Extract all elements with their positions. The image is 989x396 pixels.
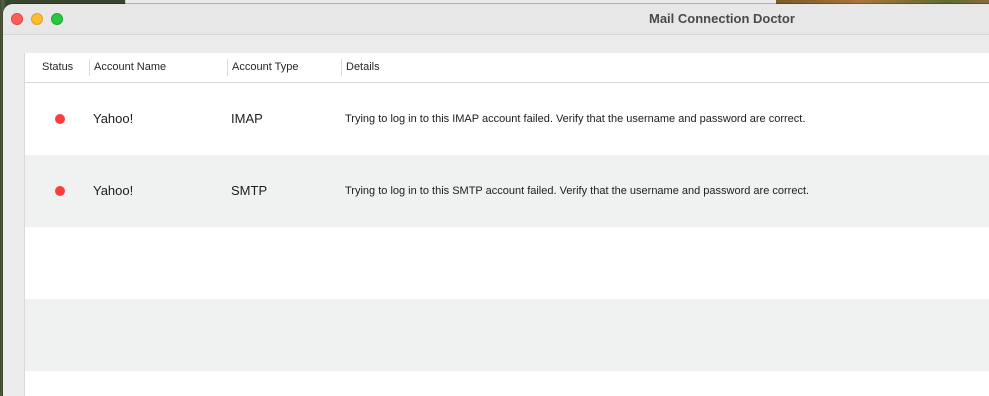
zoom-window-button[interactable] (51, 13, 63, 25)
status-error-icon (55, 186, 65, 196)
column-header-account-type[interactable]: Account Type (232, 53, 298, 82)
empty-table-row (25, 371, 989, 396)
details-cell: Trying to log in to this SMTP account fa… (345, 185, 810, 197)
account-name-cell: Yahoo! (93, 111, 134, 126)
account-type-cell: IMAP (231, 111, 263, 126)
column-divider[interactable] (341, 59, 342, 76)
window-title: Mail Connection Doctor (649, 11, 795, 26)
table-row[interactable]: Yahoo! SMTP Trying to log in to this SMT… (25, 155, 989, 227)
mail-connection-doctor-window: Mail Connection Doctor Status Account Na… (3, 4, 989, 396)
column-header-details[interactable]: Details (346, 53, 380, 82)
minimize-window-button[interactable] (31, 13, 43, 25)
title-bar[interactable]: Mail Connection Doctor (3, 4, 989, 35)
column-header-status[interactable]: Status (42, 53, 73, 82)
account-name-cell: Yahoo! (93, 183, 134, 198)
account-type-cell: SMTP (231, 183, 268, 198)
connection-status-table: Status Account Name Account Type Details… (24, 53, 989, 396)
column-divider[interactable] (227, 59, 228, 76)
empty-table-row (25, 227, 989, 299)
close-window-button[interactable] (11, 13, 23, 25)
status-error-icon (55, 114, 65, 124)
empty-table-row (25, 299, 989, 371)
details-cell: Trying to log in to this IMAP account fa… (345, 113, 806, 125)
table-row[interactable]: Yahoo! IMAP Trying to log in to this IMA… (25, 83, 989, 155)
table-header: Status Account Name Account Type Details (25, 53, 989, 83)
column-divider[interactable] (89, 59, 90, 76)
column-header-account-name[interactable]: Account Name (94, 53, 166, 82)
